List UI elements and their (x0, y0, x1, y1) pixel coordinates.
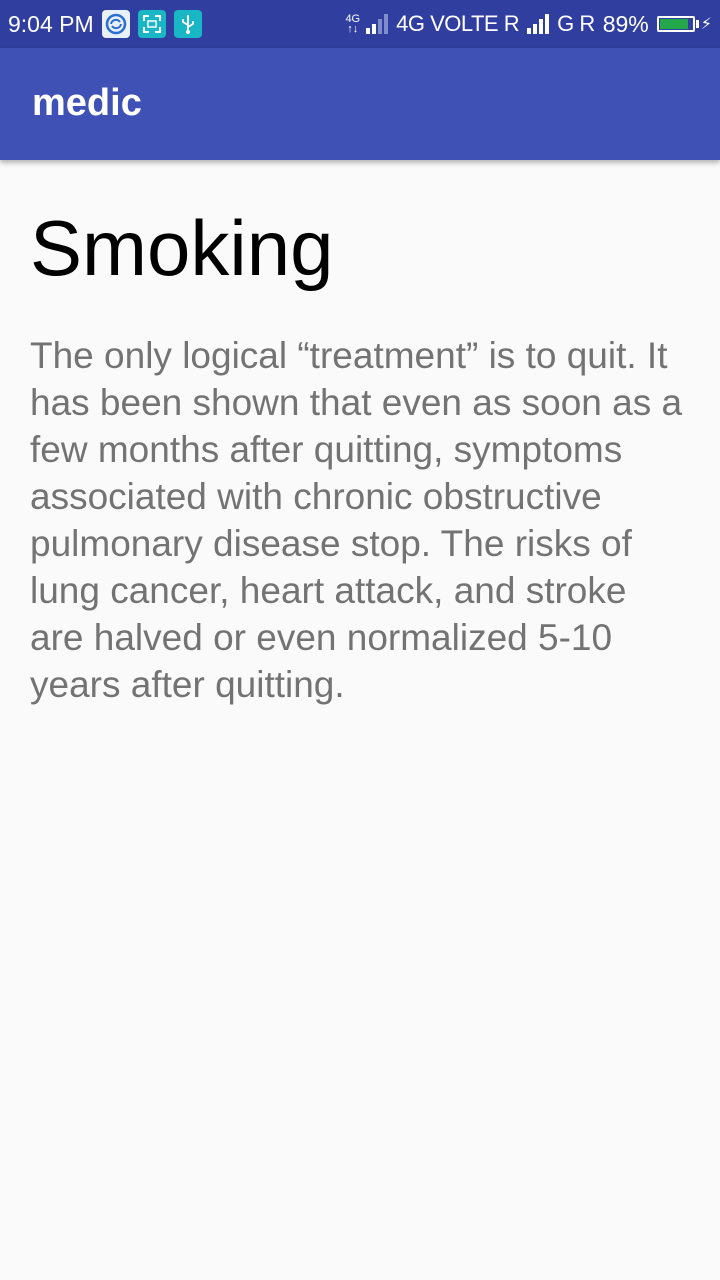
sim2-signal-icon (527, 14, 550, 34)
charging-bolt-icon: ⚡ (700, 16, 712, 33)
article-content: Smoking The only logical “treatment” is … (30, 200, 690, 708)
status-bar: 9:04 PM 4G ↑↓ 4G VOLTE R G R 89% ⚡ (0, 0, 720, 48)
sim2-label: G R (557, 11, 595, 36)
app-bar: medic (0, 48, 720, 160)
battery-level (659, 19, 689, 29)
data-activity-indicator: 4G ↑↓ (345, 14, 360, 35)
status-bar-left: 9:04 PM (8, 10, 202, 38)
data-arrows-icon: ↑↓ (347, 23, 359, 35)
battery-icon: ⚡ (656, 14, 712, 34)
sync-icon (101, 10, 130, 38)
article-title: Smoking (30, 204, 334, 292)
article-body: The only logical “treatment” is to quit.… (30, 335, 683, 705)
status-bar-right: 4G ↑↓ 4G VOLTE R G R 89% ⚡ (345, 11, 712, 38)
battery-percent: 89% (602, 10, 649, 37)
app-title: medic (32, 81, 142, 124)
sim1-label: 4G VOLTE R (396, 11, 520, 36)
screenshot-icon (137, 10, 166, 38)
status-time: 9:04 PM (8, 10, 94, 37)
sim1-signal-icon (366, 14, 389, 34)
usb-icon (173, 10, 202, 38)
